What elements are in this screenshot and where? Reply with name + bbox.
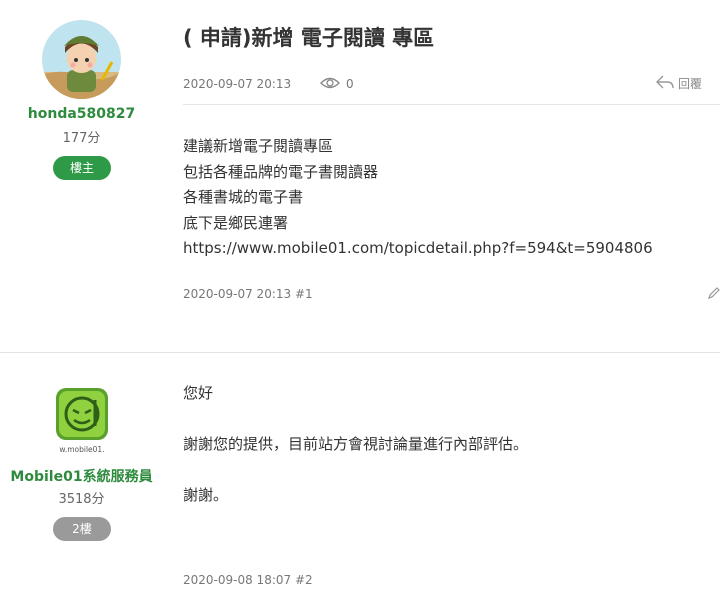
content-line: 謝謝。: [183, 486, 229, 504]
content-line: [183, 458, 528, 484]
content-line: 各種書城的電子書: [183, 188, 304, 206]
floor-badge: 樓主: [53, 156, 111, 180]
post-content: 建議新增電子閱讀專區 包括各種品牌的電子書閱讀器 各種書城的電子書 底下是鄉民連…: [183, 134, 653, 262]
floor-badge: 2樓: [53, 517, 111, 541]
content-link[interactable]: https://www.mobile01.com/topicdetail.php…: [183, 236, 653, 262]
reply-arrow-icon: [656, 75, 674, 92]
eye-icon: [320, 76, 340, 93]
reply-button[interactable]: 回覆: [656, 75, 702, 92]
content-line: 您好: [183, 384, 214, 402]
author-points: 3518分: [58, 492, 105, 507]
author-name[interactable]: honda580827: [0, 106, 163, 122]
post-2: w.mobile01. Mobile01系統服務員 3518分 2樓 您好 謝謝…: [0, 352, 720, 599]
post-footer: 2020-09-08 18:07 #2: [183, 573, 313, 587]
author-name[interactable]: Mobile01系統服務員: [0, 466, 163, 486]
post-footer: 2020-09-07 20:13 #1: [183, 287, 313, 301]
avatar[interactable]: [42, 20, 121, 99]
content-line: 謝謝您的提供，目前站方會視討論量進行內部評估。: [183, 435, 529, 453]
content-line: 建議新增電子閱讀專區: [183, 137, 334, 155]
pencil-icon[interactable]: [707, 285, 720, 304]
views-count: 0: [346, 77, 354, 91]
author-points: 177分: [62, 131, 101, 146]
content-line: [183, 407, 528, 433]
avatar-caption: w.mobile01.: [59, 445, 104, 454]
views-counter: 0: [320, 76, 354, 93]
thread-meta: 2020-09-07 20:13 0: [183, 75, 354, 93]
header-divider: [183, 104, 720, 105]
avatar[interactable]: w.mobile01.: [52, 386, 112, 456]
thread-date: 2020-09-07 20:13: [183, 77, 292, 91]
thread-title: ( 申請)新增 電子閱讀 專區: [183, 26, 435, 50]
content-line: 包括各種品牌的電子書閱讀器: [183, 162, 379, 181]
post-1: honda580827 177分 樓主 ( 申請)新增 電子閱讀 專區 2020…: [0, 0, 720, 352]
content-line: 底下是鄉民連署: [183, 213, 289, 232]
reply-label: 回覆: [678, 77, 703, 91]
post-content: 您好 謝謝您的提供，目前站方會視討論量進行內部評估。 謝謝。: [183, 381, 528, 509]
